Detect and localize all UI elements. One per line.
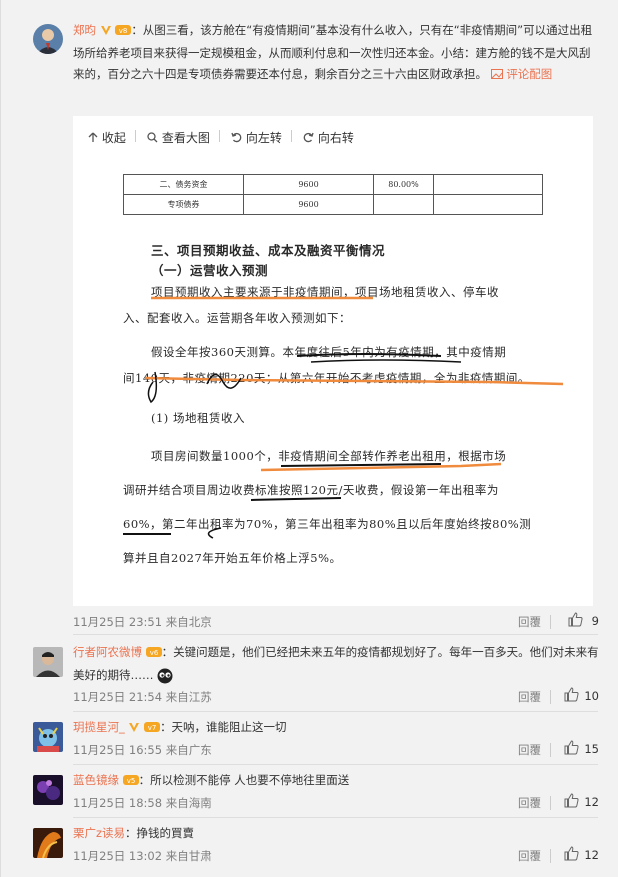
collapse-button[interactable]: 收起 bbox=[88, 129, 126, 146]
avatar[interactable] bbox=[33, 722, 63, 752]
reply-button[interactable]: 回覆 bbox=[518, 614, 541, 630]
comment-text: 行者阿农微博 v6 ：关键问题是，他们已经把未来五年的疫情都规划好了。每年一百多… bbox=[73, 642, 599, 688]
comment-meta: 11月25日 23:51 来自北京 回覆 9 bbox=[73, 612, 599, 632]
avatar[interactable] bbox=[33, 647, 63, 677]
comment-body: ：所以检测不能停 人也要不停地往里面送 bbox=[138, 773, 350, 787]
comment-time: 11月25日 21:54 来自江苏 bbox=[73, 690, 212, 704]
thumbs-up-icon bbox=[568, 612, 583, 627]
comment-text: 蓝色镜缘 v5 ：所以检测不能停 人也要不停地往里面送 bbox=[73, 770, 599, 793]
comment-item: 行者阿农微博 v6 ：关键问题是，他们已经把未来五年的疫情都规划好了。每年一百多… bbox=[1, 635, 618, 713]
image-toolbar: 收起 查看大图 向左转 向右转 bbox=[73, 116, 593, 156]
meta-divider bbox=[550, 615, 551, 629]
thumbs-up-icon bbox=[564, 740, 579, 755]
reply-button[interactable]: 回覆 bbox=[518, 742, 541, 758]
thumbs-up-icon bbox=[564, 846, 579, 861]
rotate-left-button[interactable]: 向左转 bbox=[231, 129, 282, 146]
comment-item: 郑昀 v8 ：从图三看，该方舱在“有疫情期间”基本没有什么收入，只有在“非疫情期… bbox=[1, 0, 618, 640]
image-icon bbox=[490, 67, 507, 81]
comment-time: 11月25日 13:02 来自甘肃 bbox=[73, 849, 212, 863]
document-image[interactable]: 二、债务资金 9600 80.00% 专项债券 9600 三、项目预期收益、成本… bbox=[101, 156, 581, 602]
rotate-right-icon bbox=[303, 132, 314, 143]
toolbar-divider bbox=[291, 130, 292, 142]
vip-badge-icon: v5 bbox=[122, 772, 139, 793]
comment-list: 郑昀 v8 ：从图三看，该方舱在“有疫情期间”基本没有什么收入，只有在“非疫情期… bbox=[0, 0, 618, 877]
view-large-button[interactable]: 查看大图 bbox=[147, 129, 210, 146]
svg-text:v6: v6 bbox=[149, 649, 158, 657]
like-count: 12 bbox=[584, 795, 599, 809]
svg-text:v7: v7 bbox=[148, 724, 157, 732]
like-button[interactable] bbox=[564, 793, 579, 811]
image-link[interactable]: 评论配图 bbox=[490, 67, 553, 81]
comment-body: ：挣钱的買賣 bbox=[125, 826, 195, 840]
rotate-right-button[interactable]: 向右转 bbox=[303, 129, 354, 146]
thumbs-up-icon bbox=[564, 793, 579, 808]
like-button[interactable] bbox=[564, 687, 579, 705]
comment-time: 11月25日 23:51 来自北京 bbox=[73, 615, 212, 629]
comment-meta: 11月25日 21:54 来自江苏 回覆 10 bbox=[73, 687, 599, 707]
avatar[interactable] bbox=[33, 24, 63, 54]
arrow-up-icon bbox=[88, 132, 98, 142]
view-large-label: 查看大图 bbox=[161, 131, 210, 145]
meta-divider bbox=[550, 796, 551, 810]
avatar[interactable] bbox=[33, 828, 63, 858]
meta-divider bbox=[550, 690, 551, 704]
comment-text: 栗广z读易：挣钱的買賣 bbox=[73, 823, 599, 844]
username-link[interactable]: 蓝色镜缘 bbox=[73, 773, 119, 787]
username-link[interactable]: 郑昀 bbox=[73, 23, 96, 37]
meta-divider bbox=[550, 743, 551, 757]
vip-badge-icon: v6 bbox=[145, 644, 162, 665]
comment-time: 11月25日 18:58 来自海南 bbox=[73, 796, 212, 810]
reply-button[interactable]: 回覆 bbox=[518, 848, 541, 864]
comment-body: ：天呐，谁能阻止这一切 bbox=[160, 720, 287, 734]
comment-item: 玥揽星河_ v7 ：天呐，谁能阻止这一切 11月25日 16:55 来自广东 回… bbox=[1, 712, 618, 766]
comment-item: 栗广z读易：挣钱的買賣 11月25日 13:02 来自甘肃 回覆 12 bbox=[1, 818, 618, 877]
like-count: 15 bbox=[584, 742, 599, 756]
comment-time: 11月25日 16:55 来自广东 bbox=[73, 743, 212, 757]
meta-divider bbox=[550, 849, 551, 863]
thumbs-up-icon bbox=[564, 687, 579, 702]
comment-text: 郑昀 v8 ：从图三看，该方舱在“有疫情期间”基本没有什么收入，只有在“非疫情期… bbox=[73, 20, 599, 85]
svg-text:v8: v8 bbox=[119, 27, 128, 35]
rotate-left-label: 向左转 bbox=[245, 131, 282, 145]
username-link[interactable]: 玥揽星河_ bbox=[73, 720, 125, 734]
username-link[interactable]: 行者阿农微博 bbox=[73, 645, 142, 659]
comment-meta: 11月25日 18:58 来自海南 回覆 12 bbox=[73, 793, 599, 813]
comment-meta: 11月25日 16:55 来自广东 回覆 15 bbox=[73, 740, 599, 760]
rotate-right-label: 向右转 bbox=[317, 131, 354, 145]
rotate-left-icon bbox=[231, 132, 242, 143]
like-button[interactable] bbox=[564, 846, 579, 864]
comment-item: 蓝色镜缘 v5 ：所以检测不能停 人也要不停地往里面送 11月25日 18:58… bbox=[1, 765, 618, 819]
toolbar-divider bbox=[135, 130, 136, 142]
verified-v-icon bbox=[100, 22, 112, 43]
collapse-label: 收起 bbox=[101, 131, 126, 145]
handwritten-annotations bbox=[123, 296, 564, 539]
like-count: 12 bbox=[584, 848, 599, 862]
svg-text:v5: v5 bbox=[126, 777, 135, 785]
magnifier-icon bbox=[147, 132, 158, 143]
verified-v-icon bbox=[128, 719, 140, 740]
toolbar-divider bbox=[219, 130, 220, 142]
eyes-emoji-icon bbox=[157, 667, 173, 688]
like-count: 10 bbox=[584, 689, 599, 703]
vip-badge-icon: v8 bbox=[115, 22, 132, 43]
image-link-label: 评论配图 bbox=[506, 67, 553, 81]
avatar[interactable] bbox=[33, 775, 63, 805]
vip-badge-icon: v7 bbox=[144, 719, 161, 740]
like-button[interactable] bbox=[568, 612, 583, 630]
like-count: 9 bbox=[591, 614, 599, 628]
reply-button[interactable]: 回覆 bbox=[518, 795, 541, 811]
comment-text: 玥揽星河_ v7 ：天呐，谁能阻止这一切 bbox=[73, 717, 599, 740]
comment-image-panel: 收起 查看大图 向左转 向右转 二、债务资金 9600 80.00% 专项债券 … bbox=[73, 116, 593, 606]
reply-button[interactable]: 回覆 bbox=[518, 689, 541, 705]
username-link[interactable]: 栗广z读易 bbox=[73, 826, 125, 840]
comment-meta: 11月25日 13:02 来自甘肃 回覆 12 bbox=[73, 846, 599, 866]
like-button[interactable] bbox=[564, 740, 579, 758]
document-page: 二、债务资金 9600 80.00% 专项债券 9600 三、项目预期收益、成本… bbox=[101, 156, 581, 602]
